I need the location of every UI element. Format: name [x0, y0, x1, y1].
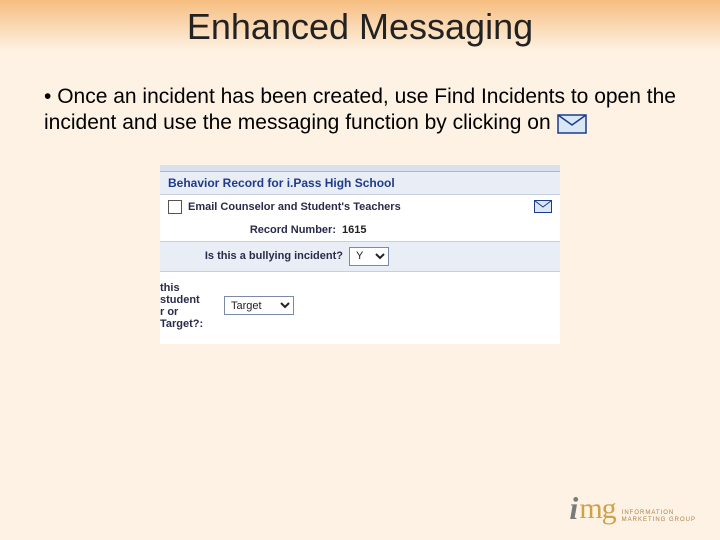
record-number-value: 1615: [342, 224, 366, 236]
logo-tagline: INFORMATION MARKETING GROUP: [622, 510, 696, 524]
email-row: Email Counselor and Student's Teachers: [160, 195, 560, 219]
embedded-screenshot: Behavior Record for i.Pass High School E…: [160, 165, 560, 344]
img-logo: i mg INFORMATION MARKETING GROUP: [569, 492, 696, 524]
logo-mg: mg: [579, 494, 615, 524]
bullying-label: Is this a bullying incident?: [168, 250, 349, 262]
role-label-line1: this student: [160, 282, 200, 306]
record-number-label: Record Number:: [168, 224, 342, 236]
mail-icon: [557, 114, 587, 134]
role-label: this student r or Target?:: [160, 282, 224, 330]
email-checkbox[interactable]: [168, 200, 182, 214]
email-checkbox-label: Email Counselor and Student's Teachers: [188, 201, 401, 213]
role-row: this student r or Target?: Target: [160, 272, 560, 344]
title-band: Enhanced Messaging: [0, 0, 720, 60]
bullying-select[interactable]: Y: [349, 247, 389, 266]
record-number-row: Record Number: 1615: [160, 219, 560, 241]
screenshot-top-strip: [160, 165, 560, 172]
bullying-row: Is this a bullying incident? Y: [160, 241, 560, 272]
logo-line1: INFORMATION: [622, 510, 675, 516]
logo-i: i: [569, 492, 578, 524]
role-select[interactable]: Target: [224, 296, 294, 315]
mail-icon[interactable]: [534, 200, 552, 213]
role-label-line2: r or Target?:: [160, 306, 203, 330]
page-title: Enhanced Messaging: [0, 0, 720, 48]
logo-line2: MARKETING GROUP: [622, 517, 696, 523]
body-text: • Once an incident has been created, use…: [0, 60, 720, 137]
behavior-record-header: Behavior Record for i.Pass High School: [160, 172, 560, 195]
